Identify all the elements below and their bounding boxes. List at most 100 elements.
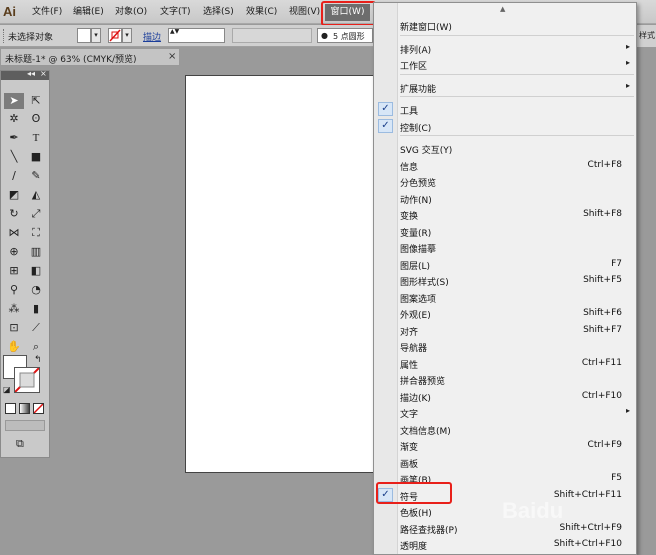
mesh-tool-icon[interactable]: ⊞ [4, 263, 24, 279]
menu-view[interactable]: 视图(V) [289, 5, 320, 19]
variable-width-select[interactable] [232, 28, 312, 43]
menu-item[interactable]: 拼合器预览 [374, 371, 636, 387]
menu-item[interactable]: 文档信息(M) [374, 421, 636, 437]
menu-item[interactable]: 渐变 Ctrl+F9 [374, 437, 636, 453]
magic-wand-tool-icon[interactable]: ✲ [4, 111, 24, 127]
stroke-weight-input[interactable]: ▲▼ [168, 28, 225, 43]
eraser-tool-icon[interactable]: ◭ [26, 187, 46, 203]
eyedropper-tool-icon[interactable]: ⚲ [4, 282, 24, 298]
width-tool-icon[interactable]: ⋈ [4, 225, 24, 241]
slice-tool-icon[interactable]: ⟋ [26, 320, 46, 336]
screen-mode-icon[interactable]: ⧉ [16, 437, 24, 451]
menu-item-label: 工作区 [400, 62, 428, 72]
type-tool-icon[interactable]: T [26, 130, 46, 146]
lasso-tool-icon[interactable]: ʘ [26, 111, 46, 127]
selection-tool-icon[interactable]: ➤ [4, 93, 24, 109]
menu-item[interactable]: 文字 ▸ [374, 404, 636, 420]
shape-builder-tool-icon[interactable]: ⊕ [4, 244, 24, 260]
scale-tool-icon[interactable]: ⤢ [26, 206, 46, 222]
menu-item[interactable]: 图层(L) F7 [374, 256, 636, 272]
close-icon[interactable]: × [40, 69, 47, 78]
menu-item-shortcut: Shift+Ctrl+F10 [553, 539, 622, 549]
direct-selection-tool-icon[interactable]: ⇱ [26, 93, 46, 109]
menu-item[interactable]: 动作(N) [374, 190, 636, 206]
pen-tool-icon[interactable]: ✒ [4, 130, 24, 146]
menu-item[interactable]: 分色预览 [374, 173, 636, 189]
menu-edit[interactable]: 编辑(E) [73, 5, 104, 19]
menu-item[interactable]: 外观(E) Shift+F6 [374, 305, 636, 321]
menu-select[interactable]: 选择(S) [203, 5, 234, 19]
fill-swatch[interactable] [77, 28, 91, 43]
menu-item[interactable]: 属性 Ctrl+F11 [374, 355, 636, 371]
close-icon[interactable]: × [168, 51, 176, 62]
menu-item[interactable]: 图像描摹 [374, 239, 636, 255]
menu-item[interactable]: ✓ 控制(C) [374, 118, 636, 134]
menu-item[interactable]: ✓ 工具 [374, 101, 636, 117]
menu-item-label: SVG 交互(Y) [400, 146, 453, 156]
gradient-tool-icon[interactable]: ◧ [26, 263, 46, 279]
menu-type[interactable]: 文字(T) [160, 5, 191, 19]
menu-item[interactable]: 描边(K) Ctrl+F10 [374, 388, 636, 404]
fill-dropdown-chevron-icon[interactable]: ▾ [91, 28, 101, 43]
menu-item[interactable]: 画板 [374, 454, 636, 470]
none-mode-icon[interactable] [33, 403, 44, 414]
collapse-icon[interactable]: ◂◂ [27, 69, 35, 78]
menu-item-label: 信息 [400, 163, 419, 173]
rectangle-tool-icon[interactable]: ■ [26, 149, 46, 165]
rotate-tool-icon[interactable]: ↻ [4, 206, 24, 222]
menu-item[interactable]: 变换 Shift+F8 [374, 206, 636, 222]
stroke-dropdown-chevron-icon[interactable]: ▾ [122, 28, 132, 43]
menu-object[interactable]: 对象(O) [115, 5, 147, 19]
menu-item-label: 动作(N) [400, 196, 432, 206]
menu-item-label: 对齐 [400, 328, 419, 338]
artboard[interactable] [185, 75, 375, 473]
default-colors-icon[interactable]: ◪ [3, 385, 11, 394]
document-tab[interactable]: 未标题-1* @ 63% (CMYK/预览) × [0, 48, 180, 66]
color-mode-icon[interactable] [5, 403, 16, 414]
blob-brush-tool-icon[interactable]: ◩ [4, 187, 24, 203]
menu-item[interactable]: 信息 Ctrl+F8 [374, 157, 636, 173]
document-tab-label: 未标题-1* @ 63% (CMYK/预览) [5, 55, 137, 65]
menu-item[interactable]: SVG 交互(Y) [374, 140, 636, 156]
menu-file[interactable]: 文件(F) [32, 5, 62, 19]
stroke-label[interactable]: 描边 [143, 30, 161, 43]
tools-panel-header[interactable]: ◂◂ × [1, 69, 49, 80]
menu-effect[interactable]: 效果(C) [246, 5, 277, 19]
line-tool-icon[interactable]: ╲ [4, 149, 24, 165]
no-stroke-icon [109, 29, 121, 42]
paintbrush-tool-icon[interactable]: ∕ [4, 168, 24, 184]
menu-item[interactable]: 扩展功能 ▸ [374, 79, 636, 95]
scroll-up-icon[interactable]: ▲ [500, 5, 505, 13]
menu-item[interactable]: 透明度 Shift+Ctrl+F10 [374, 536, 636, 552]
menu-item[interactable]: 变量(R) [374, 223, 636, 239]
drawing-modes-icon[interactable] [5, 420, 45, 431]
blend-tool-icon[interactable]: ◔ [26, 282, 46, 298]
selection-status: 未选择对象 [8, 33, 54, 43]
menu-item[interactable]: 图案选项 [374, 289, 636, 305]
menu-item[interactable]: 导航器 [374, 338, 636, 354]
brush-select[interactable]: ● 5 点圆形 [317, 28, 373, 43]
control-bar-overflow: 样式 [637, 25, 656, 47]
brush-dot-icon: ● [321, 31, 328, 40]
pencil-tool-icon[interactable]: ✎ [26, 168, 46, 184]
gradient-mode-icon[interactable] [19, 403, 30, 414]
menu-item[interactable]: 新建窗口(W) [374, 17, 636, 33]
menu-item-label: 扩展功能 [400, 85, 437, 95]
menu-item[interactable]: 排列(A) ▸ [374, 40, 636, 56]
app-logo: Ai [3, 4, 16, 19]
menu-item-shortcut: Ctrl+F9 [587, 440, 622, 450]
menu-item[interactable]: 对齐 Shift+F7 [374, 322, 636, 338]
stroke-color-swatch[interactable] [14, 367, 40, 393]
menu-item[interactable]: 工作区 ▸ [374, 56, 636, 72]
perspective-grid-tool-icon[interactable]: ▥ [26, 244, 46, 260]
free-transform-tool-icon[interactable]: ⛶ [26, 225, 46, 241]
swap-colors-icon[interactable]: ↰ [34, 355, 42, 365]
column-graph-tool-icon[interactable]: ▮ [26, 301, 46, 317]
zoom-tool-icon[interactable]: ⌕ [26, 339, 46, 355]
stepper-icon[interactable]: ▲▼ [170, 28, 179, 35]
symbol-sprayer-tool-icon[interactable]: ⁂ [4, 301, 24, 317]
stroke-swatch[interactable] [108, 28, 122, 43]
artboard-tool-icon[interactable]: ⊡ [4, 320, 24, 336]
menu-item[interactable]: 图形样式(S) Shift+F5 [374, 272, 636, 288]
hand-tool-icon[interactable]: ✋ [4, 339, 24, 355]
